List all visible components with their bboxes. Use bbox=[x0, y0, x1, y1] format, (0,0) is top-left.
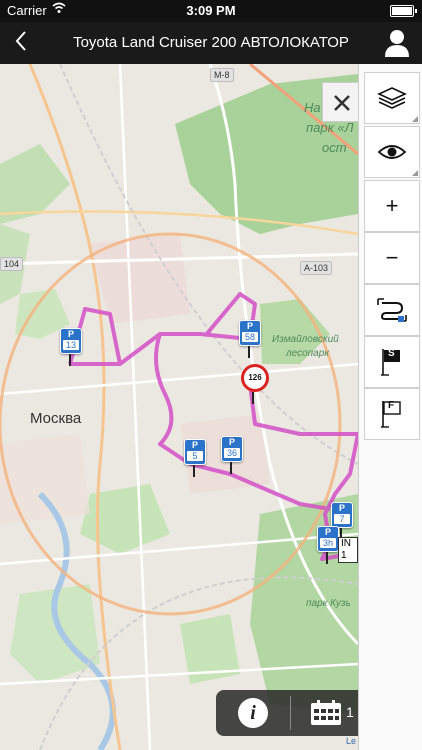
calendar-button[interactable] bbox=[310, 700, 342, 726]
info-button[interactable]: i bbox=[238, 698, 268, 728]
zoom-out-icon: − bbox=[385, 245, 399, 270]
road-label-m8: M-8 bbox=[210, 68, 234, 82]
park-label-line3: ост bbox=[322, 140, 347, 155]
date-label: 1 bbox=[346, 704, 354, 720]
parking-marker[interactable]: P 3h bbox=[317, 526, 339, 564]
road-label-104: 104 bbox=[0, 257, 24, 271]
bottom-divider bbox=[290, 696, 291, 730]
user-icon bbox=[385, 30, 409, 57]
park-label-izmailovo-2: лесопарк bbox=[286, 348, 329, 359]
parking-marker[interactable]: P 13 bbox=[60, 328, 82, 366]
map-view[interactable]: M-8 104 A-103 На парк «Л ост Измайловски… bbox=[0, 64, 358, 750]
park-label-line1: На bbox=[304, 100, 321, 115]
speed-marker-stick bbox=[252, 392, 254, 404]
close-icon bbox=[334, 94, 350, 111]
city-label: Москва bbox=[30, 410, 82, 427]
map-canvas bbox=[0, 64, 358, 750]
bottom-bar: i 1 bbox=[216, 690, 358, 736]
navigation-bar: Toyota Land Cruiser 200 АВТОЛОКАТОР bbox=[0, 22, 422, 64]
park-label-izmailovo-1: Измайловский bbox=[272, 334, 339, 345]
parking-marker[interactable]: P 36 bbox=[221, 436, 243, 474]
start-flag-button[interactable]: S bbox=[364, 336, 420, 388]
info-icon: i bbox=[250, 702, 256, 724]
finish-flag-letter: F bbox=[388, 400, 395, 411]
zoom-out-button[interactable]: − bbox=[364, 232, 420, 284]
route-icon bbox=[377, 298, 407, 322]
zoom-in-icon: + bbox=[385, 193, 399, 218]
zoom-in-button[interactable]: + bbox=[364, 180, 420, 232]
park-label-line2: парк «Л bbox=[306, 120, 354, 135]
finish-flag-button[interactable]: F bbox=[364, 388, 420, 440]
eye-icon bbox=[377, 145, 407, 159]
park-label-kuzminki: парк Кузь bbox=[306, 598, 351, 609]
speed-marker[interactable]: 126 bbox=[241, 364, 269, 392]
battery-icon bbox=[390, 5, 417, 17]
back-button[interactable] bbox=[6, 27, 36, 59]
user-button[interactable] bbox=[382, 27, 412, 59]
map-attribution[interactable]: Le bbox=[346, 736, 356, 746]
calendar-icon bbox=[311, 700, 341, 725]
clock: 3:09 PM bbox=[186, 3, 236, 18]
marker-tag: IN 1 bbox=[338, 537, 358, 563]
close-button[interactable] bbox=[322, 82, 362, 122]
road-label-a103: A-103 bbox=[300, 261, 333, 275]
start-flag-letter: S bbox=[388, 348, 395, 359]
status-bar: Carrier 3:09 PM bbox=[0, 0, 422, 22]
vehicle-title: Toyota Land Cruiser 200 АВТОЛОКАТОР bbox=[73, 34, 349, 51]
parking-marker[interactable]: P7 bbox=[331, 502, 353, 540]
layers-icon bbox=[377, 87, 407, 109]
parking-marker[interactable]: P5 bbox=[184, 439, 206, 477]
visibility-button[interactable] bbox=[364, 126, 420, 178]
parking-marker[interactable]: P 58 bbox=[239, 320, 261, 358]
route-button[interactable] bbox=[364, 284, 420, 336]
map-toolbar: + − S F bbox=[358, 64, 422, 750]
chevron-left-icon bbox=[15, 31, 26, 51]
layers-button[interactable] bbox=[364, 72, 420, 124]
